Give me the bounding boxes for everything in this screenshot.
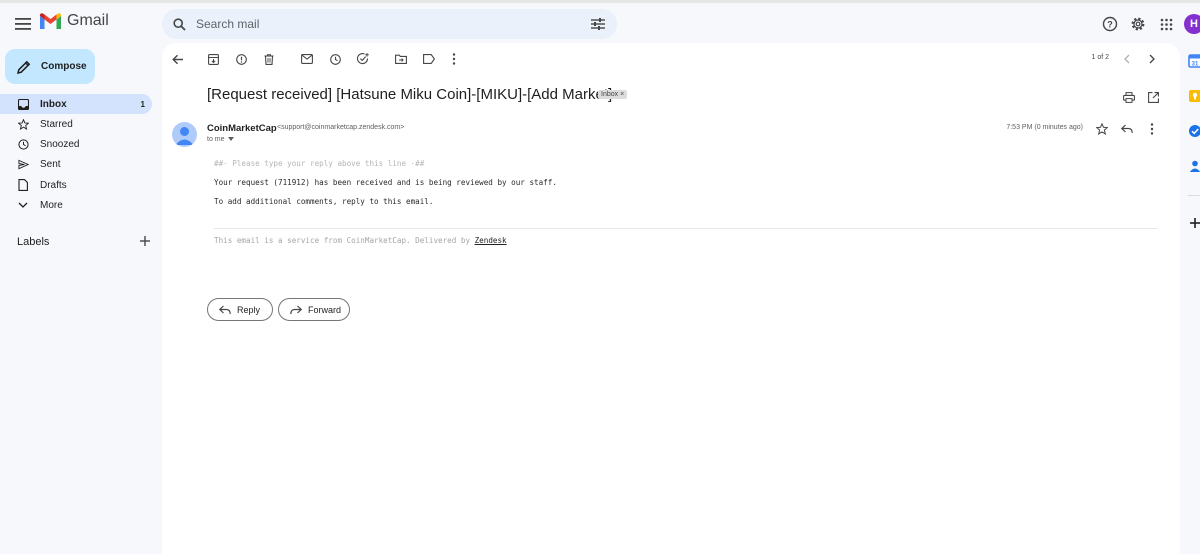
open-new-window-icon[interactable] [1144,88,1162,106]
svg-text:31: 31 [1192,62,1199,68]
reply-arrow-icon[interactable] [1118,120,1136,138]
badge-text: Inbox [601,91,619,98]
app-name: Gmail [67,12,109,29]
send-icon [17,159,29,171]
sidebar-nav: Inbox 1 Starred Snoozed Sent Drafts More [0,94,155,216]
email-subject: [Request received] [Hatsune Miku Coin]-[… [207,86,613,103]
gmail-logo[interactable]: Gmail [40,12,109,30]
svg-text:?: ? [1107,19,1113,29]
sidebar-item-inbox[interactable]: Inbox 1 [0,94,152,114]
move-to-icon[interactable] [392,50,410,68]
contacts-icon[interactable] [1188,159,1200,173]
unread-count: 1 [140,99,145,109]
sidebar-item-label: Snoozed [40,139,80,151]
sidebar-item-sent[interactable]: Sent [0,155,152,175]
side-panel-divider [1188,195,1200,196]
get-addons-plus-icon[interactable] [1188,216,1200,230]
remove-label-icon[interactable]: × [620,91,624,98]
sender-avatar[interactable] [172,122,197,147]
header: Gmail ? H [0,3,1200,43]
footer-divider [214,228,1158,229]
star-icon [17,118,29,130]
help-icon[interactable]: ? [1096,10,1124,38]
gmail-m-icon [40,13,61,29]
account-avatar[interactable]: H [1184,14,1200,34]
archive-icon[interactable] [204,50,222,68]
calendar-icon[interactable]: 31 [1188,54,1200,68]
sidebar-item-label: Starred [40,118,73,130]
reply-above-line-text: ##- Please type your reply above this li… [214,159,425,168]
labels-title: Labels [17,236,50,248]
email-toolbar: 1 of 2 [162,43,1180,75]
sidebar-item-drafts[interactable]: Drafts [0,175,152,195]
apps-grid-icon[interactable] [1152,10,1180,38]
older-chevron-right-icon[interactable] [1143,50,1161,68]
main-menu-icon[interactable] [10,11,36,37]
search-icon[interactable] [170,15,188,33]
to-me-label: to me [207,136,225,143]
reply-button[interactable]: Reply [207,298,273,321]
sender-name[interactable]: CoinMarketCap [207,123,277,134]
compose-label: Compose [41,61,87,72]
star-toggle-icon[interactable] [1093,120,1111,138]
keep-notes-icon[interactable] [1188,89,1200,103]
sidebar-item-snoozed[interactable]: Snoozed [0,135,152,155]
reply-instruction-text: To add additional comments, reply to thi… [214,197,434,206]
tasks-icon[interactable] [1188,124,1200,138]
add-task-icon[interactable] [354,50,372,68]
sender-email: <support@coinmarketcap.zendesk.com> [277,124,405,131]
sidebar-item-label: Drafts [40,179,67,191]
label-tag-icon[interactable] [420,50,438,68]
caret-down-icon [227,136,234,143]
footer-prefix: This email is a service from CoinMarketC… [214,236,475,245]
delete-trash-icon[interactable] [260,50,278,68]
chevron-down-icon [17,199,29,211]
mark-unread-icon[interactable] [298,50,316,68]
settings-gear-icon[interactable] [1124,10,1152,38]
add-label-icon[interactable] [140,233,150,251]
forward-button[interactable]: Forward [278,298,350,321]
email-footer: This email is a service from CoinMarketC… [214,236,507,245]
more-vert-icon[interactable] [445,50,463,68]
search-bar[interactable] [162,9,617,39]
sidebar-item-label: Inbox [40,98,67,110]
clock-icon [17,139,29,151]
inbox-label-badge: Inbox × [598,90,628,99]
sidebar-item-label: Sent [40,159,61,171]
zendesk-link[interactable]: Zendesk [475,236,507,245]
newer-chevron-left-icon[interactable] [1118,50,1136,68]
sidebar-item-more[interactable]: More [0,195,152,215]
recipient-details[interactable]: to me [207,136,234,143]
snooze-clock-icon[interactable] [326,50,344,68]
file-icon [17,179,29,192]
reply-icon [218,303,232,317]
sidebar-item-label: More [40,199,63,211]
search-options-icon[interactable] [589,15,607,33]
forward-label: Forward [308,304,342,315]
pagination-text: 1 of 2 [1091,54,1109,61]
message-more-vert-icon[interactable] [1143,120,1161,138]
request-received-text: Your request (711912) has been received … [214,178,557,187]
pencil-icon [16,59,32,75]
labels-section: Labels [17,233,150,251]
compose-button[interactable]: Compose [5,49,95,84]
side-panel: 31 [1180,43,1200,554]
email-view: 1 of 2 [Request received] [Hatsune Miku … [162,43,1180,554]
reply-label: Reply [237,304,261,315]
sidebar-item-starred[interactable]: Starred [0,114,152,134]
forward-icon [289,303,303,317]
email-timestamp: 7:53 PM (0 minutes ago) [1006,124,1083,131]
print-icon[interactable] [1120,88,1138,106]
header-actions: ? H [1096,9,1200,39]
back-arrow-icon[interactable] [169,50,187,68]
search-input[interactable] [196,17,576,31]
inbox-icon [17,98,29,110]
report-spam-icon[interactable] [232,50,250,68]
